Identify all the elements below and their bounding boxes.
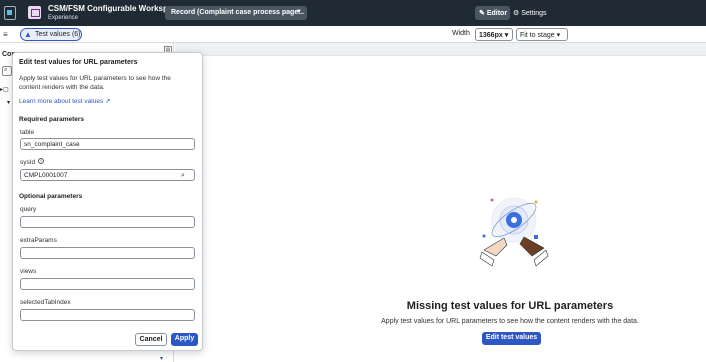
- empty-state-title: Missing test values for URL parameters: [406, 300, 614, 312]
- chevron-down-icon: ▾: [556, 32, 561, 39]
- info-icon[interactable]: i: [38, 158, 44, 164]
- selectedtabindex-label: selectedTabIndex: [20, 299, 71, 306]
- popover-description: Apply test values for URL parameters to …: [19, 75, 171, 91]
- editor-button[interactable]: ✎ Editor: [475, 6, 510, 20]
- required-parameters-title: Required parameters: [19, 116, 85, 123]
- table-input[interactable]: [20, 138, 195, 150]
- top-header: CSM/FSM Configurable Workspace Experienc…: [0, 0, 706, 26]
- chevron-down-icon: ▼: [296, 9, 302, 15]
- fit-select[interactable]: Fit to stage ▾: [516, 28, 568, 41]
- views-label: views: [20, 268, 37, 275]
- editor-label: Editor: [486, 10, 508, 17]
- experience-icon: [28, 6, 41, 19]
- warning-icon: ▲: [24, 30, 32, 39]
- query-label: query: [20, 206, 37, 213]
- cancel-button[interactable]: Cancel: [135, 333, 167, 346]
- selectedtabindex-input[interactable]: [20, 309, 195, 321]
- settings-button[interactable]: ⚙ Settings: [513, 9, 547, 17]
- sysid-label: sysId: [20, 159, 36, 166]
- extraparams-input[interactable]: [20, 247, 195, 259]
- page-selector-label: Record (Complaint case process page...: [171, 9, 305, 16]
- tree-expand-icon[interactable]: ▾: [7, 99, 10, 106]
- learn-more-label: Learn more about test values: [19, 98, 104, 105]
- canvas-ruler: [175, 43, 706, 56]
- views-input[interactable]: [20, 278, 195, 290]
- query-input[interactable]: [20, 216, 195, 228]
- external-link-icon: ↗: [105, 98, 111, 105]
- app-title: CSM/FSM Configurable Workspace: [48, 4, 182, 13]
- search-icon[interactable]: ⌕: [2, 66, 12, 76]
- optional-parameters-title: Optional parameters: [19, 193, 83, 200]
- move-down-icon[interactable]: ▾: [160, 355, 163, 362]
- test-values-popover: Edit test values for URL parameters Appl…: [12, 52, 203, 351]
- empty-state-description: Apply test values for URL parameters to …: [381, 318, 639, 325]
- chevron-down-icon: ▾: [504, 32, 509, 39]
- test-values-button[interactable]: ▲ Test values (6): [20, 28, 82, 41]
- width-select[interactable]: 1366px ▾: [475, 28, 513, 41]
- tree-node-icon[interactable]: ▸▢: [0, 86, 9, 93]
- apply-button[interactable]: Apply: [171, 333, 198, 346]
- edit-test-values-button[interactable]: Edit test values: [482, 332, 541, 345]
- settings-label: Settings: [521, 10, 547, 17]
- learn-more-link[interactable]: Learn more about test values ↗: [19, 97, 110, 105]
- servicenow-logo[interactable]: [4, 6, 16, 20]
- gear-icon: ⚙: [513, 10, 520, 17]
- popover-title: Edit test values for URL parameters: [19, 59, 138, 66]
- search-icon[interactable]: ⌕: [181, 172, 185, 180]
- width-value: 1366px: [479, 32, 503, 39]
- page-selector[interactable]: Record (Complaint case process page... ▼: [165, 6, 307, 20]
- test-values-label: Test values (6): [35, 31, 81, 38]
- empty-state-illustration: [479, 197, 549, 267]
- toolbar: ≡ ▲ Test values (6) Width 1366px ▾ Fit t…: [0, 26, 706, 43]
- sysid-input[interactable]: [20, 169, 195, 181]
- app-subtitle: Experience: [48, 15, 79, 21]
- table-label: table: [20, 129, 35, 136]
- extraparams-label: extraParams: [20, 237, 57, 244]
- width-label: Width: [452, 30, 470, 37]
- fit-value: Fit to stage: [520, 32, 555, 39]
- pencil-icon: ✎: [479, 10, 485, 17]
- menu-icon[interactable]: ≡: [3, 30, 8, 39]
